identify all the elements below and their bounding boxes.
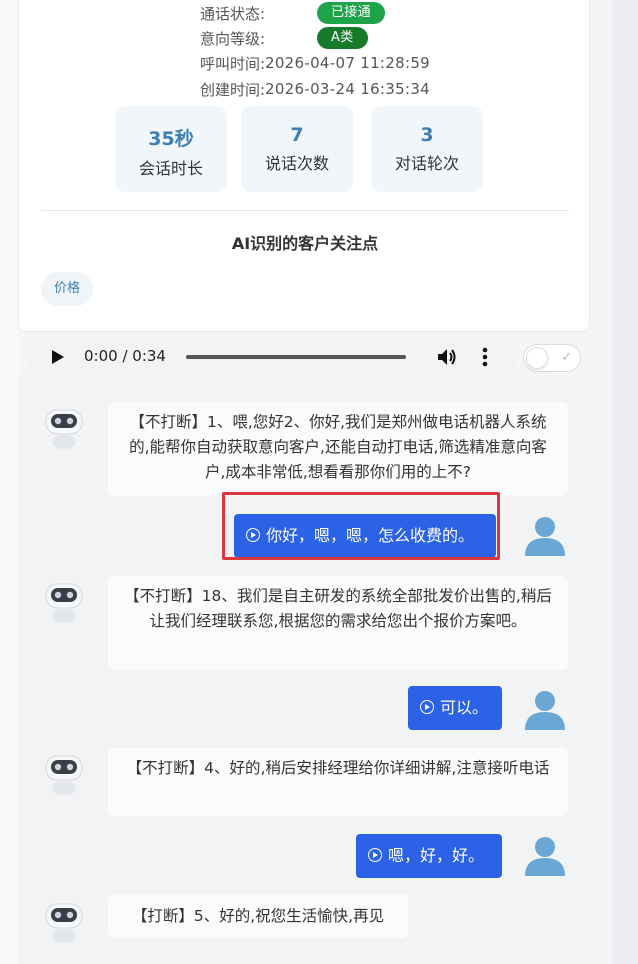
status-label: 通话状态: bbox=[199, 4, 265, 23]
call-time-label: 呼叫时间: bbox=[199, 54, 265, 73]
stat-turns-label: 对话轮次 bbox=[394, 154, 459, 173]
user-avatar-icon bbox=[525, 691, 565, 730]
user-message-bubble[interactable]: 嗯，好，好。 bbox=[356, 834, 502, 878]
stat-turns-value: 3 bbox=[420, 124, 434, 146]
play-circle-icon bbox=[420, 700, 434, 714]
playback-time: 0:00 / 0:34 bbox=[84, 347, 166, 365]
robot-avatar-icon bbox=[45, 903, 83, 943]
stat-duration-label: 会话时长 bbox=[138, 159, 203, 178]
stat-turns: 3 对话轮次 bbox=[371, 106, 483, 192]
stat-speech-count-value: 7 bbox=[290, 124, 304, 146]
check-icon: ✓ bbox=[561, 350, 572, 365]
robot-avatar-icon bbox=[45, 755, 83, 795]
call-time-value: 2026-04-07 11:28:59 bbox=[265, 54, 431, 72]
focus-tag-price[interactable]: 价格 bbox=[41, 272, 93, 306]
play-icon[interactable] bbox=[52, 350, 64, 364]
intent-label: 意向等级: bbox=[199, 29, 265, 48]
stat-duration: 35秒 会话时长 bbox=[115, 106, 227, 192]
bot-message-bubble: 【打断】5、好的,祝您生活愉快,再见 bbox=[108, 894, 408, 938]
stat-speech-count-label: 说话次数 bbox=[264, 154, 329, 173]
stat-speech-count: 7 说话次数 bbox=[241, 106, 353, 192]
user-message-bubble[interactable]: 可以。 bbox=[408, 686, 502, 730]
user-message-text: 可以。 bbox=[440, 698, 489, 717]
focus-title: AI识别的客户关注点 bbox=[231, 234, 379, 253]
toggle-switch[interactable]: ✓ bbox=[523, 344, 581, 372]
robot-avatar-icon bbox=[45, 409, 83, 449]
call-time-row: 呼叫时间: 2026-04-07 11:28:59 bbox=[19, 50, 591, 76]
user-avatar-icon bbox=[525, 837, 565, 876]
stat-duration-value: 35秒 bbox=[148, 128, 194, 150]
user-message-text: 嗯，好，好。 bbox=[388, 846, 485, 865]
more-options-icon[interactable] bbox=[482, 346, 488, 368]
status-badge: 已接通 bbox=[317, 2, 385, 24]
created-time-value: 2026-03-24 16:35:34 bbox=[265, 80, 431, 98]
bot-message-bubble: 【不打断】18、我们是自主研发的系统全部批发价出售的,稍后让我们经理联系您,根据… bbox=[108, 576, 568, 670]
toggle-knob bbox=[526, 347, 548, 369]
call-info-card: 通话状态: 已接通 意向等级: A类 呼叫时间: 2026-04-07 11:2… bbox=[18, 0, 590, 332]
audio-player: 0:00 / 0:34 bbox=[26, 338, 518, 376]
left-gutter bbox=[0, 0, 18, 964]
intent-row: 意向等级: A类 bbox=[19, 25, 591, 51]
intent-badge: A类 bbox=[317, 27, 368, 49]
created-time-row: 创建时间: 2026-03-24 16:35:34 bbox=[19, 76, 591, 102]
right-scrollbar-track[interactable] bbox=[612, 0, 638, 964]
volume-icon[interactable] bbox=[436, 347, 458, 367]
progress-bar[interactable] bbox=[186, 355, 406, 359]
user-avatar-icon bbox=[525, 517, 565, 556]
divider bbox=[41, 210, 569, 211]
status-row: 通话状态: 已接通 bbox=[19, 0, 591, 26]
created-time-label: 创建时间: bbox=[199, 80, 265, 99]
robot-avatar-icon bbox=[45, 583, 83, 623]
bot-message-bubble: 【不打断】1、喂,您好2、你好,我们是郑州做电话机器人系统的,能帮你自动获取意向… bbox=[108, 402, 568, 496]
highlight-box bbox=[222, 492, 500, 560]
bot-message-bubble: 【不打断】4、好的,稍后安排经理给你详细讲解,注意接听电话 bbox=[108, 748, 568, 816]
play-circle-icon bbox=[368, 848, 382, 862]
